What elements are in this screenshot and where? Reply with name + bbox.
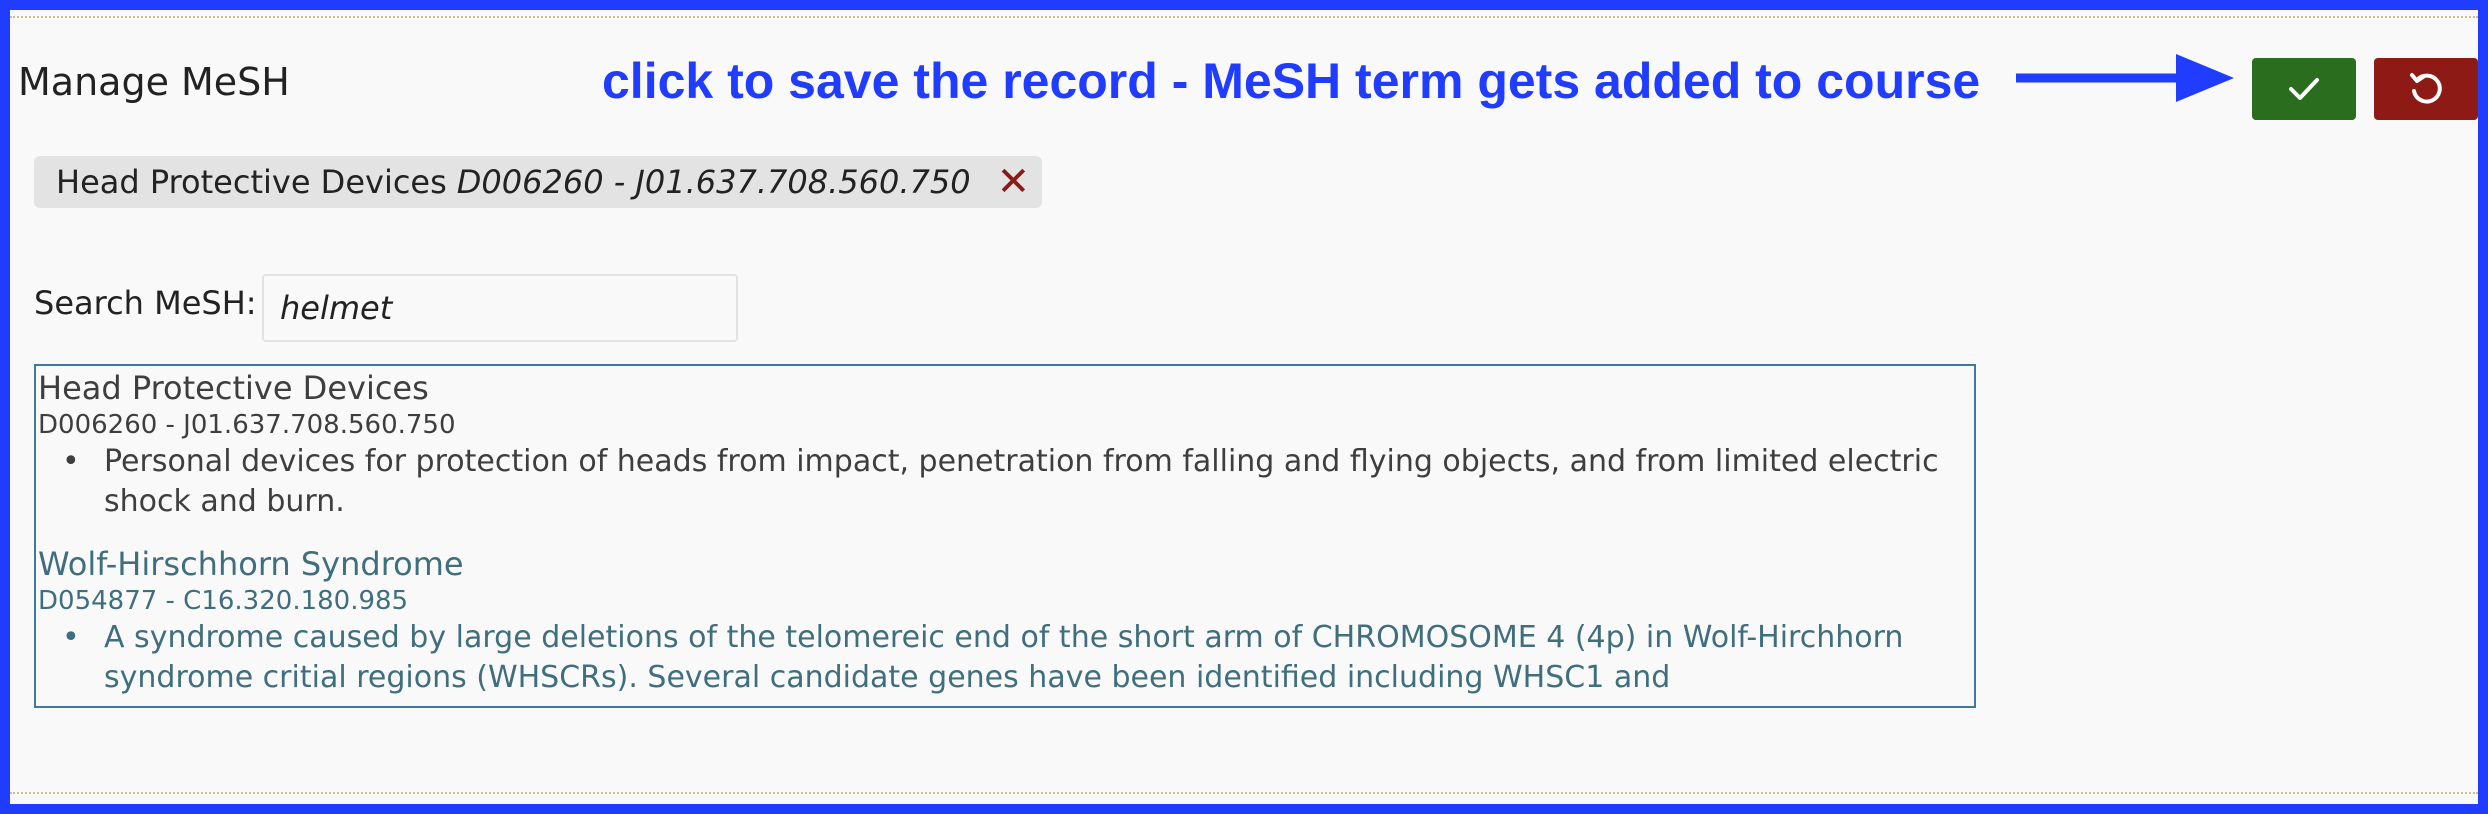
check-icon [2289, 78, 2319, 100]
result-item[interactable]: Wolf-Hirschhorn Syndrome D054877 - C16.3… [38, 544, 1974, 698]
bullet-icon: • [62, 620, 80, 655]
annotation-text: click to save the record - MeSH term get… [602, 53, 1981, 109]
cancel-button[interactable] [2374, 58, 2478, 120]
selected-term-tag: Head Protective Devices D006260 - J01.63… [34, 156, 1042, 208]
bottom-divider [10, 792, 2478, 794]
search-input[interactable] [262, 274, 738, 342]
result-code: D006260 - J01.637.708.560.750 [38, 410, 456, 440]
undo-icon [2410, 73, 2442, 104]
result-item[interactable]: Head Protective Devices D006260 - J01.63… [38, 368, 1974, 522]
selected-term-name: Head Protective Devices [56, 163, 447, 201]
top-divider [10, 16, 2478, 18]
result-code: D054877 - C16.320.180.985 [38, 586, 409, 616]
app-frame: Manage MeSH click to save the record - M… [10, 10, 2478, 804]
annotation-arrow-icon [2016, 54, 2234, 102]
selected-term-code: D006260 - J01.637.708.560.750 [456, 163, 971, 201]
result-description: • Personal devices for protection of head… [62, 444, 1939, 519]
result-description: • A syndrome caused by large deletions of… [62, 620, 1904, 695]
search-results-list[interactable]: Head Protective Devices D006260 - J01.63… [34, 364, 1976, 708]
search-label: Search MeSH: [34, 284, 257, 322]
bullet-icon: • [62, 444, 80, 479]
page-title: Manage MeSH [18, 60, 290, 104]
remove-term-icon[interactable]: ✕ [997, 162, 1031, 202]
result-title: Wolf-Hirschhorn Syndrome [38, 545, 464, 583]
save-button[interactable] [2252, 58, 2356, 120]
result-title: Head Protective Devices [38, 369, 429, 407]
